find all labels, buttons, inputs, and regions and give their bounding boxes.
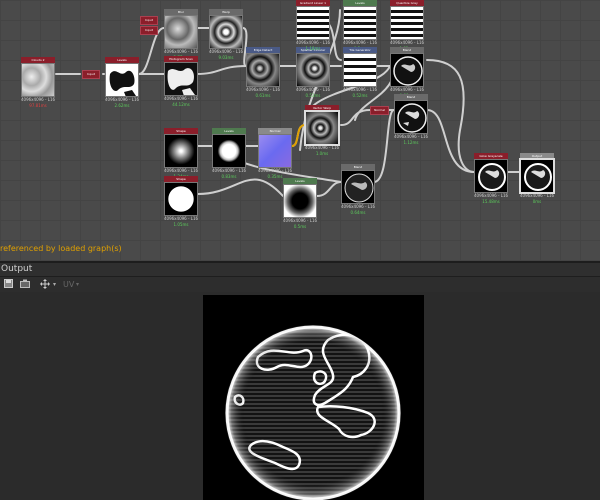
mask-chip[interactable]: Normal (370, 106, 389, 115)
node-shape-1[interactable]: Shape 4096x4096 - L16 1.34ms (164, 128, 198, 180)
node-thumbnail (474, 159, 508, 193)
node-glow[interactable]: Glow Grayscale 4096x4096 - L16 15.48ms (474, 153, 508, 205)
thumb-planet (393, 56, 423, 86)
node-thumbnail (164, 182, 198, 216)
node-levels-a[interactable]: Levels 4096x4096 - L16 2.62ms (105, 57, 139, 109)
wire (197, 178, 284, 197)
input-chip-2[interactable]: Input (140, 26, 158, 35)
node-time: 1.0ms (315, 151, 329, 156)
node-time: 2.62ms (114, 103, 130, 108)
node-time: 97.81ms (29, 103, 47, 108)
node-thumbnail (283, 184, 317, 218)
node-normal[interactable]: Normal 4096x4096 - L16 0.35ms (258, 128, 292, 180)
node-quantize[interactable]: Quantize Gray 4096x4096 - L16 1.82ms (390, 0, 424, 52)
chevron-down-icon[interactable]: ▾ (53, 279, 59, 290)
node-warp[interactable]: Warp 4096x4096 - L16 9.03ms (209, 9, 243, 61)
node-thumbnail (394, 100, 428, 134)
output-panel-title: Output (1, 264, 33, 274)
node-thumbnail (390, 53, 424, 87)
output-preview-image (203, 295, 424, 500)
node-edge-detect[interactable]: Edge Detect 4096x4096 - L16 0.61ms (246, 47, 280, 99)
node-time: 44.12ms (172, 102, 190, 107)
node-thumbnail (105, 63, 139, 97)
node-thumbnail (341, 170, 375, 204)
copy-icon[interactable] (20, 279, 30, 290)
node-tile-generator[interactable]: Tile Generator 4096x4096 - L16 0.52ms (343, 47, 377, 99)
seed-chip[interactable]: Input (82, 70, 100, 79)
node-gradient-linear[interactable]: Gradient Linear 1 4096x4096 - L16 1.18ms (296, 0, 330, 52)
node-blend-mask[interactable]: Blend 4096x4096 - L16 1.12ms (394, 94, 428, 146)
wire (196, 65, 247, 75)
node-time: 0.83ms (221, 174, 237, 179)
node-time: 0.52ms (352, 93, 368, 98)
node-blend-2[interactable]: Blend 4096x4096 - L16 0.64ms (341, 164, 375, 216)
node-thumbnail (212, 134, 246, 168)
planet-render (225, 325, 401, 500)
thumb-map (167, 68, 195, 95)
chevron-down-icon[interactable]: ▾ (76, 279, 82, 290)
node-time: 0.64ms (350, 210, 366, 215)
output-viewport[interactable] (0, 292, 600, 500)
node-time: 1.18ms (305, 46, 321, 51)
node-thumbnail (520, 159, 554, 193)
node-blur[interactable]: Blur 4096x4096 - L16 2.77ms (164, 9, 198, 61)
node-thumbnail (305, 111, 339, 145)
wire (316, 181, 342, 197)
node-time: 0ms (532, 199, 542, 204)
node-levels-vignette[interactable]: Levels 4096x4096 - L16 0.5ms (283, 178, 317, 230)
node-clouds[interactable]: Clouds 2 4096x4096 - L16 97.81ms (21, 57, 55, 109)
thumb-planet (397, 103, 427, 133)
thumb-planet (478, 163, 506, 191)
node-time: 1.05ms (173, 222, 189, 227)
node-time: 9.03ms (218, 55, 234, 60)
node-thumbnail (343, 6, 377, 40)
node-histogram-scan[interactable]: Histogram Scan 4096x4096 - L16 44.12ms (164, 56, 198, 108)
node-time: 15.48ms (482, 199, 500, 204)
node-thumbnail (390, 6, 424, 40)
wire (373, 109, 395, 183)
node-time: 1.12ms (403, 140, 419, 145)
node-shape-2[interactable]: Shape 4096x4096 - L16 1.05ms (164, 176, 198, 228)
node-output[interactable]: Output 4096x4096 - L16 0ms (520, 153, 554, 205)
node-graph-canvas[interactable]: Input Input Input Normal Clouds 2 4096x4… (0, 0, 600, 261)
node-thumbnail (343, 53, 377, 87)
node-levels-circle[interactable]: Levels 4096x4096 - L16 0.83ms (212, 128, 246, 180)
node-thumbnail (296, 6, 330, 40)
node-thumbnail (246, 53, 280, 87)
input-chip-1[interactable]: Input (140, 16, 158, 25)
thumb-planet (344, 173, 374, 203)
graph-status-text: referenced by loaded graph(s) (0, 244, 122, 253)
thumb-planet (524, 163, 552, 191)
node-thumbnail (258, 134, 292, 168)
node-thumbnail (164, 15, 198, 49)
node-levels-lines[interactable]: Levels 4096x4096 - L16 0.5ms (343, 0, 377, 52)
thumb-map (109, 70, 136, 96)
node-thumbnail (21, 63, 55, 97)
node-thumbnail (296, 53, 330, 87)
node-thumbnail (164, 62, 198, 96)
node-blend-1[interactable]: Blend 4096x4096 - L16 0.66ms (390, 47, 424, 99)
output-panel-header: Output (0, 263, 600, 277)
output-toolbar: ▾ UV ▾ (0, 277, 600, 293)
node-vector-warp[interactable]: Vector Warp 4096x4096 - L16 1.0ms (305, 105, 339, 157)
channel-select[interactable]: UV (63, 279, 75, 290)
node-time: 0.61ms (255, 93, 271, 98)
save-icon[interactable] (4, 279, 14, 290)
move-icon[interactable] (40, 279, 52, 290)
node-time: 0.5ms (293, 224, 307, 229)
node-time: 0.53ms (305, 93, 321, 98)
wire (426, 109, 475, 173)
node-thumbnail (164, 134, 198, 168)
node-thumbnail (209, 15, 243, 49)
node-splatter[interactable]: Splatter Circular 4096x4096 - L16 0.53ms (296, 47, 330, 99)
